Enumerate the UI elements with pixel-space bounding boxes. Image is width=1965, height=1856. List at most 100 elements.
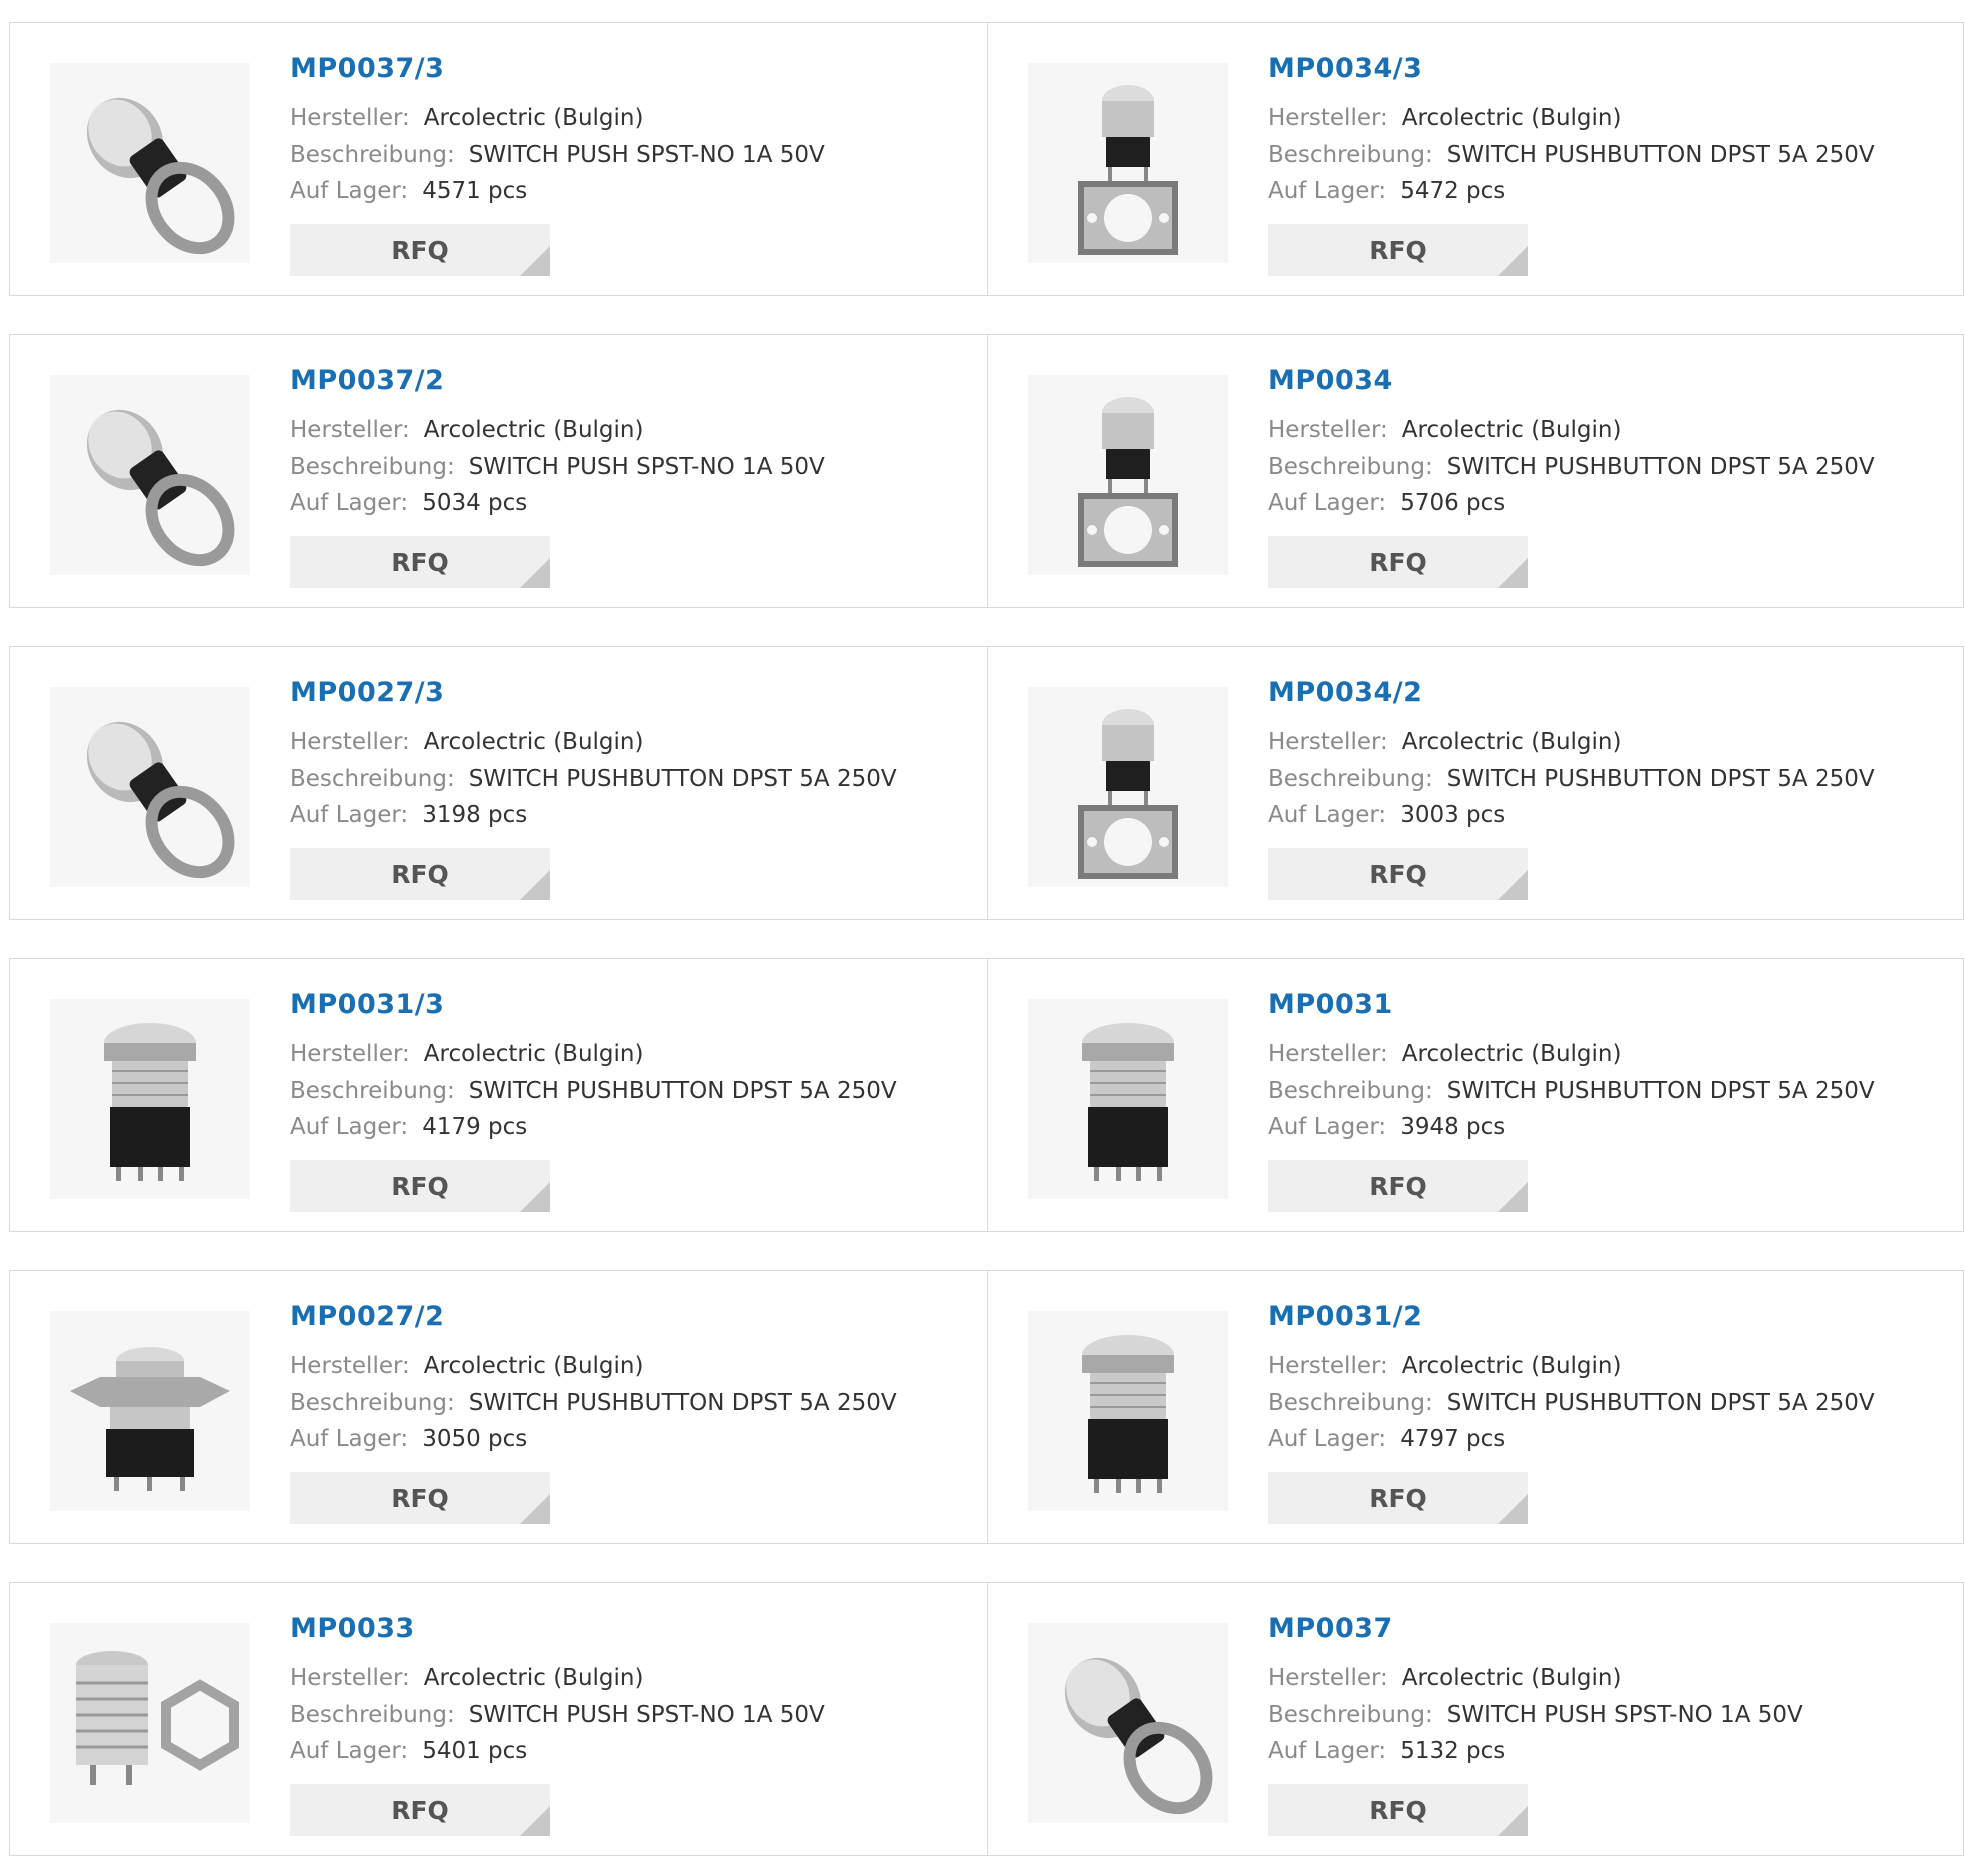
corner-triangle-icon [520,1182,550,1212]
product-image[interactable] [50,1311,250,1511]
description-value: SWITCH PUSH SPST-NO 1A 50V [468,142,825,168]
stock-line: Auf Lager: 5132 pcs [1268,1738,1505,1764]
product-image[interactable] [1028,375,1228,575]
part-number-link[interactable]: MP0031/2 [1268,1301,1422,1332]
product-card: MP0034 Hersteller: Arcolectric (Bulgin) Bes… [988,335,1965,607]
part-number-link[interactable]: MP0037/2 [290,365,444,396]
description-label: Beschreibung: [290,142,455,168]
manufacturer-label: Hersteller: [290,729,410,755]
part-number-link[interactable]: MP0027/2 [290,1301,444,1332]
rfq-button[interactable]: RFQ [290,224,550,276]
description-line: Beschreibung: SWITCH PUSHBUTTON DPST 5A 2… [1268,142,1875,168]
description-label: Beschreibung: [290,454,455,480]
corner-triangle-icon [1498,870,1528,900]
stock-label: Auf Lager: [290,1114,409,1140]
rfq-label: RFQ [391,1483,449,1513]
product-image[interactable] [1028,999,1228,1199]
manufacturer-label: Hersteller: [290,417,410,443]
part-number-link[interactable]: MP0034/3 [1268,53,1422,84]
manufacturer-label: Hersteller: [1268,1665,1388,1691]
product-image[interactable] [50,375,250,575]
description-value: SWITCH PUSH SPST-NO 1A 50V [468,454,825,480]
stock-value: 4797 pcs [1400,1426,1506,1452]
product-image[interactable] [1028,1311,1228,1511]
rfq-button[interactable]: RFQ [290,1160,550,1212]
product-card: MP0031 Hersteller: Arcolectric (Bulgin) Bes… [988,959,1965,1231]
rfq-label: RFQ [1369,1171,1427,1201]
rfq-button[interactable]: RFQ [1268,848,1528,900]
rfq-button[interactable]: RFQ [290,536,550,588]
rfq-button[interactable]: RFQ [1268,1784,1528,1836]
product-image[interactable] [50,1623,250,1823]
manufacturer-line: Hersteller: Arcolectric (Bulgin) [1268,1041,1621,1067]
stock-value: 5132 pcs [1400,1738,1506,1764]
description-line: Beschreibung: SWITCH PUSHBUTTON DPST 5A 2… [1268,1078,1875,1104]
description-line: Beschreibung: SWITCH PUSH SPST-NO 1A 50V [1268,1702,1803,1728]
manufacturer-label: Hersteller: [1268,1353,1388,1379]
rfq-button[interactable]: RFQ [1268,224,1528,276]
manufacturer-value: Arcolectric (Bulgin) [1401,1665,1622,1691]
stock-value: 4179 pcs [422,1114,528,1140]
manufacturer-label: Hersteller: [1268,1041,1388,1067]
manufacturer-value: Arcolectric (Bulgin) [1401,729,1622,755]
product-image[interactable] [1028,687,1228,887]
rfq-button[interactable]: RFQ [1268,1160,1528,1212]
product-row: MP0027/3 Hersteller: Arcolectric (Bulgin) B… [9,646,1964,920]
product-image[interactable] [50,999,250,1199]
product-list: MP0037/3 Hersteller: Arcolectric (Bulgin) B… [0,0,1965,1856]
stock-line: Auf Lager: 4179 pcs [290,1114,527,1140]
product-card: MP0033 Hersteller: Arcolectric (Bulgin) Bes… [10,1583,987,1855]
rfq-button[interactable]: RFQ [290,848,550,900]
product-row: MP0033 Hersteller: Arcolectric (Bulgin) Bes… [9,1582,1964,1856]
part-number-link[interactable]: MP0034/2 [1268,677,1422,708]
description-label: Beschreibung: [290,1702,455,1728]
rfq-label: RFQ [391,547,449,577]
rfq-button[interactable]: RFQ [1268,536,1528,588]
description-value: SWITCH PUSHBUTTON DPST 5A 250V [1446,1078,1875,1104]
product-image[interactable] [1028,1623,1228,1823]
stock-label: Auf Lager: [290,802,409,828]
rfq-label: RFQ [391,859,449,889]
rfq-label: RFQ [391,235,449,265]
description-line: Beschreibung: SWITCH PUSHBUTTON DPST 5A 2… [290,1390,897,1416]
stock-line: Auf Lager: 5034 pcs [290,490,527,516]
manufacturer-label: Hersteller: [1268,729,1388,755]
description-label: Beschreibung: [1268,1390,1433,1416]
product-card: MP0037/3 Hersteller: Arcolectric (Bulgin) B… [10,23,987,295]
stock-value: 3050 pcs [422,1426,528,1452]
corner-triangle-icon [520,1494,550,1524]
description-value: SWITCH PUSHBUTTON DPST 5A 250V [1446,1390,1875,1416]
description-line: Beschreibung: SWITCH PUSHBUTTON DPST 5A 2… [1268,766,1875,792]
description-line: Beschreibung: SWITCH PUSHBUTTON DPST 5A 2… [1268,454,1875,480]
manufacturer-value: Arcolectric (Bulgin) [1401,105,1622,131]
product-image[interactable] [1028,63,1228,263]
manufacturer-line: Hersteller: Arcolectric (Bulgin) [1268,417,1621,443]
part-number-link[interactable]: MP0034 [1268,365,1393,396]
description-label: Beschreibung: [1268,1702,1433,1728]
manufacturer-line: Hersteller: Arcolectric (Bulgin) [290,1665,643,1691]
description-value: SWITCH PUSHBUTTON DPST 5A 250V [468,1078,897,1104]
rfq-button[interactable]: RFQ [290,1472,550,1524]
manufacturer-value: Arcolectric (Bulgin) [423,729,644,755]
part-number-link[interactable]: MP0037 [1268,1613,1393,1644]
description-value: SWITCH PUSHBUTTON DPST 5A 250V [468,1390,897,1416]
corner-triangle-icon [1498,1182,1528,1212]
stock-line: Auf Lager: 5472 pcs [1268,178,1505,204]
corner-triangle-icon [1498,1494,1528,1524]
part-number-link[interactable]: MP0031 [1268,989,1393,1020]
corner-triangle-icon [520,1806,550,1836]
part-number-link[interactable]: MP0031/3 [290,989,444,1020]
manufacturer-line: Hersteller: Arcolectric (Bulgin) [290,105,643,131]
rfq-button[interactable]: RFQ [290,1784,550,1836]
part-number-link[interactable]: MP0033 [290,1613,415,1644]
rfq-button[interactable]: RFQ [1268,1472,1528,1524]
part-number-link[interactable]: MP0027/3 [290,677,444,708]
product-card: MP0037/2 Hersteller: Arcolectric (Bulgin) B… [10,335,987,607]
stock-label: Auf Lager: [1268,1114,1387,1140]
description-value: SWITCH PUSHBUTTON DPST 5A 250V [468,766,897,792]
product-image[interactable] [50,63,250,263]
product-image[interactable] [50,687,250,887]
description-label: Beschreibung: [290,1078,455,1104]
stock-label: Auf Lager: [290,178,409,204]
part-number-link[interactable]: MP0037/3 [290,53,444,84]
